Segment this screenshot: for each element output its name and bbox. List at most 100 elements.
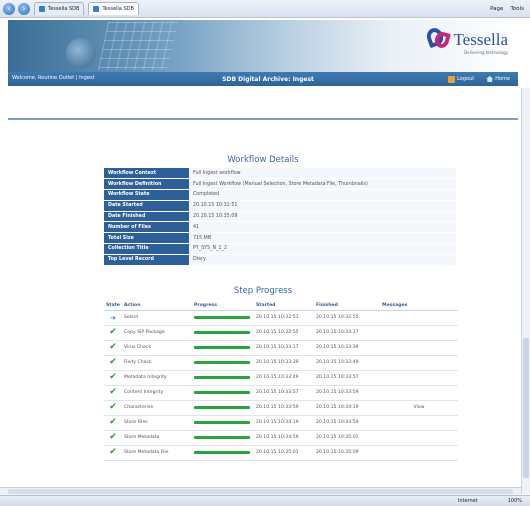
detail-value: 20.10.15 10:32:51 [189, 200, 456, 212]
progress-fill [194, 391, 250, 394]
favicon-icon [39, 6, 45, 12]
step-message [380, 445, 458, 461]
tab-label: Tessella SDB [102, 6, 134, 12]
check-icon: ✔ [109, 447, 117, 457]
step-action: Metadata Integrity [122, 370, 192, 386]
detail-value: 41 [189, 221, 456, 234]
progress-bar [194, 451, 250, 454]
home-icon [486, 76, 494, 82]
workflow-details-table: Workflow Context Full Ingest workflow Work… [104, 168, 456, 266]
back-icon[interactable]: ‹ [3, 2, 15, 15]
detail-label: Total Size [104, 232, 189, 245]
table-row: ✔ Fixity Check 20.10.15 10:33:39 20.10.15 1… [104, 355, 458, 371]
step-finished: 20.10.15 10:34:19 [314, 400, 380, 416]
progress-bar [194, 421, 250, 424]
home-label: Home [495, 76, 510, 82]
progress-bar [194, 316, 250, 319]
page-menu[interactable]: Page [490, 6, 503, 12]
table-row: ✔ Virus Check 20.10.15 10:33:17 20.10.15 10… [104, 340, 458, 356]
detail-label: Collection Title [104, 243, 189, 255]
detail-label: Top Level Record [104, 254, 189, 266]
step-message [380, 430, 458, 446]
forward-icon[interactable]: › [18, 2, 30, 15]
check-icon: ✔ [109, 432, 117, 442]
breadcrumb[interactable]: Ingest [79, 75, 94, 82]
table-row: ✔ Copy SIP Package 20.10.15 10:32:55 20.10.… [104, 325, 458, 341]
step-action: Copy SIP Package [122, 325, 192, 341]
step-started: 20.10.15 10:33:57 [254, 385, 314, 401]
step-finished: 20.10.15 10:32:55 [314, 310, 380, 326]
scroll-thumb[interactable] [8, 489, 513, 494]
col-state: State [104, 301, 122, 311]
col-progress: Progress [192, 301, 254, 311]
col-finished: Finished [314, 301, 380, 311]
step-message [380, 370, 458, 386]
progress-fill [194, 346, 250, 349]
progress-bar [194, 376, 250, 379]
step-started: 20.10.15 10:33:39 [254, 355, 314, 371]
col-messages: Messages [380, 301, 458, 311]
progress-bar [194, 346, 250, 349]
table-row: ✔ Store Metadata 20.10.15 10:34:59 20.10.15… [104, 430, 458, 446]
tab-label: Tessella SDB [48, 6, 80, 12]
step-message [380, 340, 458, 356]
home-link[interactable]: Home [486, 76, 510, 82]
step-message [380, 385, 458, 401]
scroll-thumb[interactable] [523, 338, 529, 478]
vertical-scrollbar[interactable] [521, 88, 530, 494]
browser-toolbar: ‹ › Tessella SDB Tessella SDB Page Tools [0, 0, 530, 18]
logout-icon [448, 75, 456, 83]
col-action: Action [122, 301, 192, 311]
globe-graphic [66, 38, 96, 68]
step-finished: 20.10.15 10:33:57 [314, 370, 380, 386]
progress-fill [194, 361, 250, 364]
step-started: 20.10.15 10:34:59 [254, 430, 314, 446]
tessella-logo[interactable]: Tessella Delivering technology [424, 25, 508, 55]
progress-bar [194, 406, 250, 409]
table-row: ✔ Store Files 20.10.15 10:34:19 20.10.15 10… [104, 415, 458, 431]
step-finished: 20.10.15 10:33:17 [314, 325, 380, 341]
browser-tab-2[interactable]: Tessella SDB [88, 2, 139, 15]
view-messages-link[interactable]: View [380, 400, 458, 416]
detail-label: Date Started [104, 200, 189, 212]
step-started: 20.10.15 10:33:17 [254, 340, 314, 356]
step-action: Store Files [122, 415, 192, 431]
zoom-level[interactable]: 100% [508, 498, 522, 504]
logo-subtitle: Delivering technology [464, 50, 508, 55]
step-action: Virus Check [122, 340, 192, 356]
step-message [380, 415, 458, 431]
check-icon: ✔ [109, 327, 117, 337]
table-row: ✔ Content Integrity 20.10.15 10:33:57 20.10… [104, 385, 458, 401]
progress-bar [194, 391, 250, 394]
table-row: ➔ Select 20.10.15 10:32:51 20.10.15 10:32:5… [104, 310, 458, 326]
progress-fill [194, 451, 250, 454]
arrow-icon: ➔ [110, 313, 116, 322]
step-progress-table: State Action Progress Started Finished M… [104, 301, 458, 461]
progress-bar [194, 331, 250, 334]
step-started: 20.10.15 10:35:01 [254, 445, 314, 461]
detail-row: Workflow Context Full Ingest workflow [104, 168, 456, 180]
welcome-text: Welcome, Routine Outlet [12, 75, 75, 82]
detail-row: Collection Title PY_SYS_N_1_2 [104, 243, 456, 255]
detail-row: Total Size 715 MB [104, 232, 456, 245]
check-icon: ✔ [109, 372, 117, 382]
step-finished: 20.10.15 10:34:59 [314, 415, 380, 431]
step-finished: 20.10.15 10:35:09 [314, 445, 380, 461]
browser-tab-1[interactable]: Tessella SDB [34, 2, 85, 15]
check-icon: ✔ [109, 342, 117, 352]
tools-menu[interactable]: Tools [510, 6, 524, 12]
step-started: 20.10.15 10:34:19 [254, 415, 314, 431]
step-action: Store Metadata [122, 430, 192, 446]
detail-label: Workflow Context [104, 168, 189, 180]
progress-fill [194, 376, 250, 379]
horizontal-scrollbar[interactable] [0, 487, 521, 495]
step-started: 20.10.15 10:32:55 [254, 325, 314, 341]
detail-row: Workflow Definition Full Ingest Workflow … [104, 178, 456, 191]
step-action: Store Metadata File [122, 445, 192, 461]
step-started: 20.10.15 10:33:49 [254, 370, 314, 386]
step-action: Characterise [122, 400, 192, 416]
page-title: SDB Digital Archive: Ingest [222, 75, 314, 83]
col-started: Started [254, 301, 314, 311]
logo-icon [424, 25, 452, 50]
logout-link[interactable]: Logout [448, 75, 474, 83]
